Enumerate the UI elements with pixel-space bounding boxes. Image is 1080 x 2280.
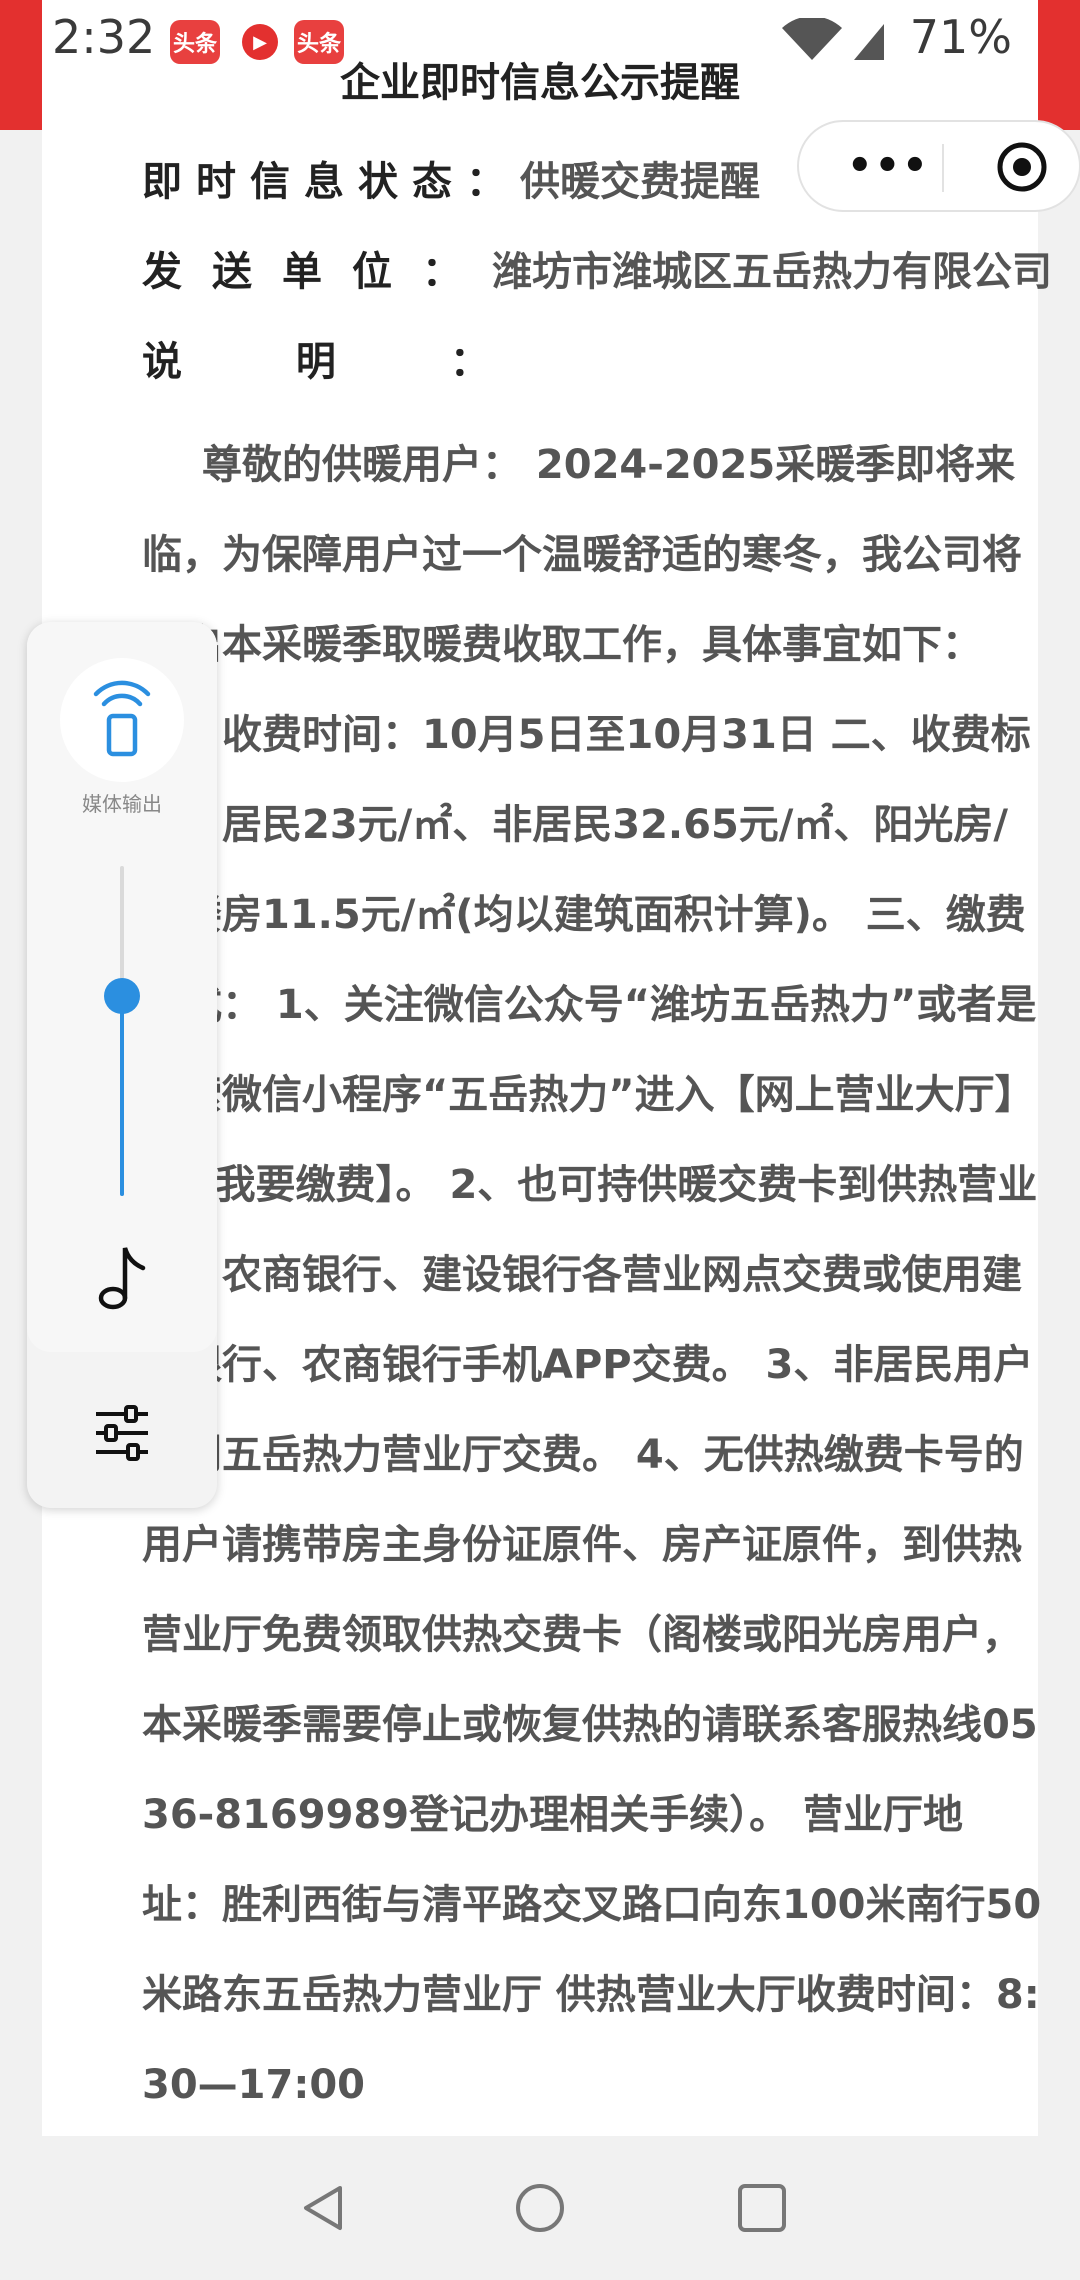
toutiao-notification-icon-2: 头条 <box>294 20 344 64</box>
media-output-button[interactable] <box>60 658 184 782</box>
cast-device-icon <box>93 680 151 757</box>
sender-value: 潍坊市潍城区五岳热力有限公司 <box>492 249 1052 295</box>
status-time: 2:32 <box>52 10 156 64</box>
capsule-divider <box>942 144 944 192</box>
mini-program-capsule: ••• <box>797 120 1080 212</box>
sender-label: 发送单位： <box>142 249 492 295</box>
description-label: 说 明 ： <box>142 339 540 385</box>
equalizer-settings-icon[interactable] <box>92 1404 152 1462</box>
volume-slider-knob[interactable] <box>104 978 140 1014</box>
media-output-label: 媒体输出 <box>82 792 162 816</box>
system-navigation-bar <box>0 2136 1080 2280</box>
volume-slider-fill <box>120 994 124 1196</box>
right-edge-strip <box>1038 0 1080 130</box>
status-bar: 2:32 头条 ▶ 头条 71% <box>42 0 1038 80</box>
status-field: 即时信息状态：供暖交费提醒 <box>142 152 760 212</box>
more-menu-icon[interactable]: ••• <box>847 146 930 186</box>
description-field: 说 明 ： <box>142 332 540 392</box>
battery-level: 71% <box>909 10 1012 64</box>
music-note-icon <box>98 1247 146 1310</box>
wifi-signal-icon <box>782 18 884 60</box>
video-notification-icon: ▶ <box>238 20 282 64</box>
sender-field: 发送单位：潍坊市潍城区五岳热力有限公司 <box>142 242 1052 302</box>
status-label: 即时信息状态： <box>142 159 520 205</box>
back-icon[interactable] <box>300 2184 346 2232</box>
status-value: 供暖交费提醒 <box>520 159 760 205</box>
media-control-panel: 媒体输出 <box>27 622 217 1508</box>
left-edge-strip <box>0 0 42 130</box>
toutiao-notification-icon: 头条 <box>170 20 220 64</box>
home-icon[interactable] <box>516 2184 564 2232</box>
notice-body: 尊敬的供暖用户： 2024-2025采暖季即将来临，为保障用户过一个温暖舒适的寒… <box>142 442 1042 2108</box>
close-miniprogram-icon[interactable] <box>995 140 1049 194</box>
recent-apps-icon[interactable] <box>738 2184 786 2232</box>
